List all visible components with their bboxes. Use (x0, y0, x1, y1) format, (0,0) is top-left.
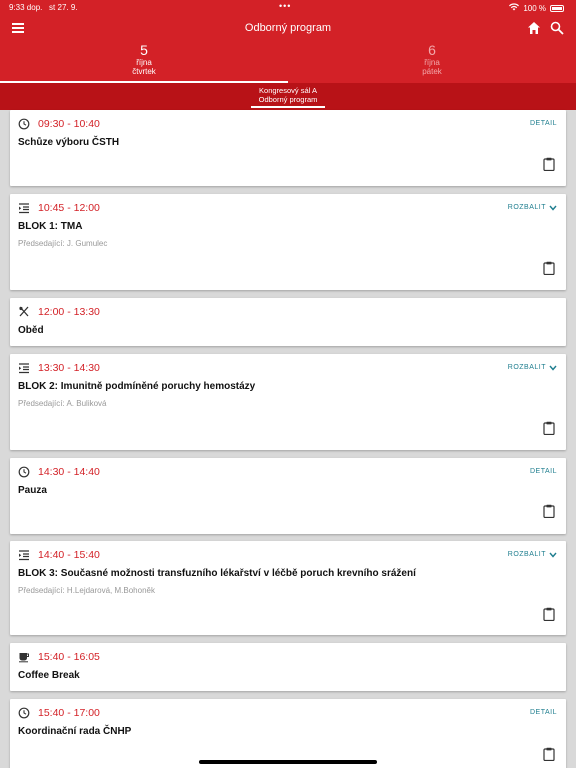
room-tabs: Kongresový sál A Odborný program (0, 83, 576, 110)
status-right: 100 % (509, 3, 564, 13)
day-tab-5[interactable]: 5 října čtvrtek (0, 42, 288, 83)
chevron-down-icon (549, 205, 557, 211)
session-card[interactable]: 14:30 - 14:40 DETAIL Pauza (10, 458, 566, 534)
session-time: 14:30 - 14:40 (38, 466, 100, 478)
clipboard-icon[interactable] (543, 421, 555, 435)
session-time-row: 14:40 - 15:40 (18, 549, 100, 561)
session-time: 14:40 - 15:40 (38, 549, 100, 561)
expand-label: ROZBALIT (507, 364, 546, 371)
clipboard-icon[interactable] (543, 261, 555, 275)
clock-icon (18, 707, 30, 719)
session-title: Coffee Break (18, 670, 80, 681)
day-tabs: 5 října čtvrtek 6 října pátek (0, 42, 576, 83)
session-title: Oběd (18, 325, 44, 336)
session-time: 09:30 - 10:40 (38, 118, 100, 130)
list-indent-icon (19, 203, 29, 214)
session-time-row: 12:00 - 13:30 (18, 306, 100, 318)
day-number: 6 (428, 42, 436, 58)
home-indicator[interactable] (199, 760, 377, 764)
session-title: Pauza (18, 485, 47, 496)
search-icon[interactable] (550, 21, 564, 35)
session-chairs: Předsedající: J. Gumulec (18, 239, 108, 248)
session-card[interactable]: 15:40 - 16:05 Coffee Break (10, 643, 566, 691)
home-icon[interactable] (527, 21, 541, 35)
battery-percent: 100 % (523, 3, 546, 13)
expand-button[interactable]: ROZBALIT (508, 364, 557, 371)
room-program: Odborný program (258, 95, 318, 104)
expand-label: ROZBALIT (507, 551, 546, 558)
day-weekday: pátek (422, 67, 442, 76)
wifi-icon (509, 3, 520, 13)
clipboard-icon[interactable] (543, 157, 555, 171)
clipboard-icon[interactable] (543, 747, 555, 761)
session-time-row: 10:45 - 12:00 (18, 202, 100, 214)
session-time-row: 09:30 - 10:40 (18, 118, 100, 130)
clipboard-icon[interactable] (543, 607, 555, 621)
day-month: října (136, 58, 152, 67)
session-title: BLOK 1: TMA (18, 221, 83, 232)
status-time: 9:33 dop. st 27. 9. (9, 3, 78, 12)
session-time-row: 13:30 - 14:30 (18, 362, 100, 374)
day-weekday: čtvrtek (132, 67, 156, 76)
session-time-row: 15:40 - 16:05 (18, 651, 100, 663)
session-card[interactable]: 14:40 - 15:40 ROZBALIT BLOK 3: Současné … (10, 541, 566, 635)
session-card[interactable]: 13:30 - 14:30 ROZBALIT BLOK 2: Imunitně … (10, 354, 566, 450)
cutlery-icon (19, 306, 29, 317)
clipboard-icon[interactable] (543, 504, 555, 518)
status-bar: 9:33 dop. st 27. 9. ••• 100 % (0, 0, 576, 14)
day-month: října (424, 58, 440, 67)
chevron-down-icon (549, 365, 557, 371)
battery-icon (550, 4, 564, 12)
chevron-down-icon (549, 552, 557, 558)
list-indent-icon (19, 550, 29, 561)
session-time-row: 15:40 - 17:00 (18, 707, 100, 719)
session-title: Schůze výboru ČSTH (18, 137, 120, 148)
detail-button[interactable]: DETAIL (530, 120, 557, 127)
detail-button[interactable]: DETAIL (530, 468, 557, 475)
session-time: 10:45 - 12:00 (38, 202, 100, 214)
session-chairs: Předsedající: A. Buliková (18, 399, 107, 408)
app-header: 9:33 dop. st 27. 9. ••• 100 % Odborný pr… (0, 0, 576, 110)
coffee-icon (19, 653, 29, 663)
session-chairs: Předsedající: H.Lejdarová, M.Bohoněk (18, 586, 155, 595)
room-name: Kongresový sál A (259, 86, 317, 95)
session-title: BLOK 3: Současné možnosti transfuzního l… (18, 568, 416, 579)
page-title: Odborný program (244, 22, 332, 34)
expand-button[interactable]: ROZBALIT (508, 551, 557, 558)
session-title: BLOK 2: Imunitně podmíněné poruchy hemos… (18, 381, 256, 392)
session-time-row: 14:30 - 14:40 (18, 466, 100, 478)
clock-icon (18, 118, 30, 130)
session-card[interactable]: 09:30 - 10:40 DETAIL Schůze výboru ČSTH (10, 110, 566, 186)
day-tab-6[interactable]: 6 října pátek (288, 42, 576, 82)
multitask-dots[interactable]: ••• (279, 1, 291, 11)
session-card[interactable]: 12:00 - 13:30 Oběd (10, 298, 566, 346)
session-time: 15:40 - 17:00 (38, 707, 100, 719)
session-time: 15:40 - 16:05 (38, 651, 100, 663)
session-card[interactable]: 10:45 - 12:00 ROZBALIT BLOK 1: TMA Předs… (10, 194, 566, 290)
top-bar: Odborný program (0, 14, 576, 42)
session-title: Koordinační rada ČNHP (18, 726, 132, 737)
room-tab-kongresovy-sal-a[interactable]: Kongresový sál A Odborný program (251, 86, 325, 108)
session-time: 13:30 - 14:30 (38, 362, 100, 374)
session-time: 12:00 - 13:30 (38, 306, 100, 318)
session-card[interactable]: 15:40 - 17:00 DETAIL Koordinační rada ČN… (10, 699, 566, 768)
expand-label: ROZBALIT (507, 204, 546, 211)
detail-button[interactable]: DETAIL (530, 709, 557, 716)
day-number: 5 (140, 42, 148, 58)
expand-button[interactable]: ROZBALIT (508, 204, 557, 211)
list-indent-icon (19, 363, 29, 374)
clock-icon (18, 466, 30, 478)
